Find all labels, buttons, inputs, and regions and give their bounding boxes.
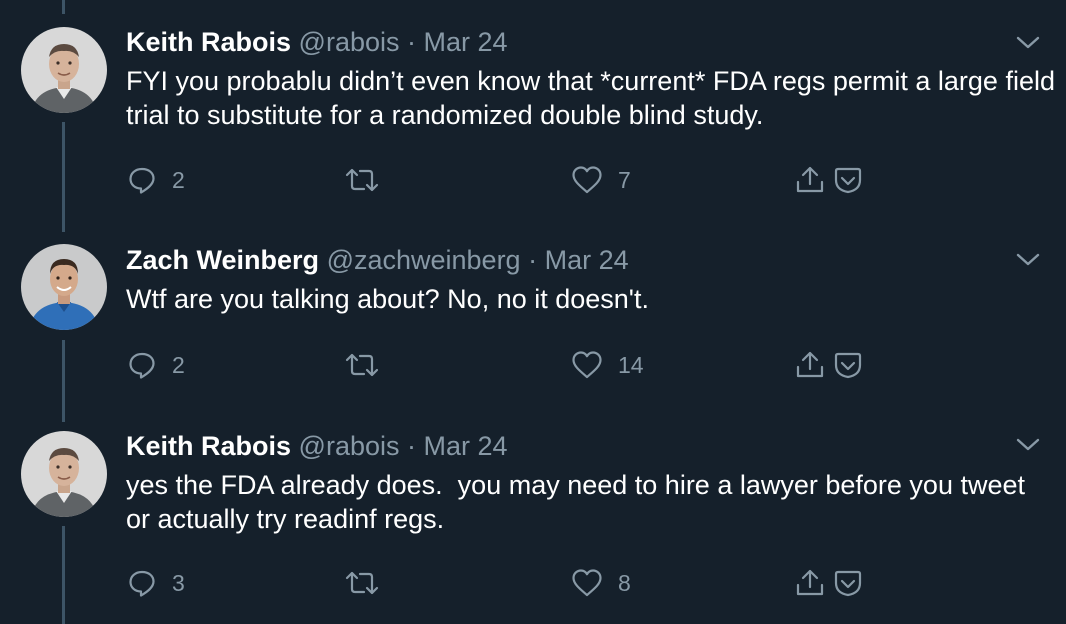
separator: · [407,431,417,461]
author-name[interactable]: Keith Rabois [126,431,291,461]
share-button[interactable] [794,345,826,385]
author-name[interactable]: Keith Rabois [126,27,291,57]
like-icon [572,166,602,194]
tweet-header: Keith Rabois @rabois · Mar 24 [126,430,508,462]
tweet-date[interactable]: Mar 24 [424,27,508,57]
retweet-icon [345,353,379,377]
reply-icon [129,352,155,379]
tweet-text: FYI you probablu didn’t even know that *… [126,66,1063,130]
tweet-date[interactable]: Mar 24 [424,431,508,461]
bookmark-icon [834,352,862,379]
thread-connector [62,526,65,624]
author-handle[interactable]: @rabois [299,27,400,57]
retweet-button[interactable] [344,345,394,385]
separator: · [407,27,417,57]
tweet-actions: 2 7 [126,160,876,200]
thread-connector [62,122,65,232]
share-icon [796,351,824,378]
bookmark-icon [834,570,862,597]
author-name[interactable]: Zach Weinberg [126,245,319,275]
like-button[interactable]: 7 [570,160,631,200]
reply-count: 2 [172,166,185,193]
bookmark-icon [834,167,862,194]
bookmark-button[interactable] [832,563,864,603]
share-button[interactable] [794,160,826,200]
conversation-thread: Keith Rabois @rabois · Mar 24 FYI you pr… [0,0,1066,624]
reply-count: 3 [172,569,185,596]
like-count: 14 [618,351,644,378]
chevron-down-icon[interactable] [1014,434,1042,454]
tweet-text: Wtf are you talking about? No, no it doe… [126,284,649,314]
reply-button[interactable]: 2 [126,160,185,200]
chevron-down-icon[interactable] [1014,249,1042,269]
retweet-icon [345,571,379,595]
author-handle[interactable]: @zachweinberg [327,245,521,275]
tweet-date[interactable]: Mar 24 [545,245,629,275]
tweet-header: Zach Weinberg @zachweinberg · Mar 24 [126,244,629,276]
reply-icon [129,570,155,597]
chevron-down-icon[interactable] [1014,32,1042,52]
tweet-actions: 3 8 [126,563,876,603]
avatar[interactable] [21,244,107,330]
tweet-header: Keith Rabois @rabois · Mar 24 [126,26,508,58]
retweet-button[interactable] [344,160,394,200]
like-button[interactable]: 8 [570,563,631,603]
separator: · [528,245,538,275]
tweet-text: yes the FDA already does. you may need t… [126,470,1033,534]
reply-icon [129,167,155,194]
like-button[interactable]: 14 [570,345,644,385]
share-icon [796,166,824,193]
reply-button[interactable]: 3 [126,563,185,603]
thread-connector [62,0,65,14]
author-handle[interactable]: @rabois [299,431,400,461]
bookmark-button[interactable] [832,345,864,385]
avatar[interactable] [21,431,107,517]
like-count: 8 [618,569,631,596]
bookmark-button[interactable] [832,160,864,200]
reply-count: 2 [172,351,185,378]
retweet-icon [345,168,379,192]
share-icon [796,569,824,596]
thread-connector [62,340,65,422]
like-icon [572,569,602,597]
retweet-button[interactable] [344,563,394,603]
like-count: 7 [618,166,631,193]
reply-button[interactable]: 2 [126,345,185,385]
tweet-actions: 2 14 [126,345,876,385]
avatar[interactable] [21,27,107,113]
like-icon [572,351,602,379]
share-button[interactable] [794,563,826,603]
